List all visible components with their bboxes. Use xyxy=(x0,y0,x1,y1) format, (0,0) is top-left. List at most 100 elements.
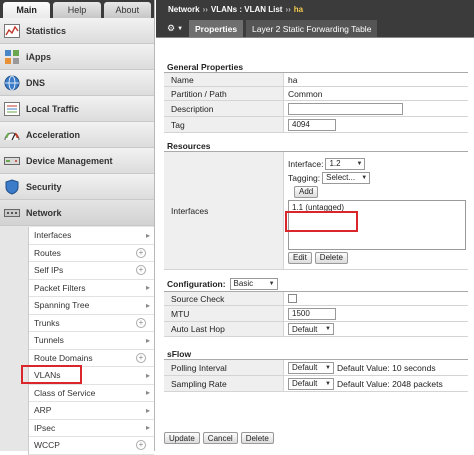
statistics-icon xyxy=(3,22,21,40)
tab-help[interactable]: Help xyxy=(53,2,101,18)
local-traffic-icon xyxy=(3,100,21,118)
chevron-right-icon: ▸ xyxy=(145,370,150,380)
interface-highlight-box xyxy=(285,211,358,232)
polling-interval-select[interactable]: Default ▼ xyxy=(288,361,334,374)
sidebar-item-iapps[interactable]: iApps xyxy=(0,44,154,70)
submenu-item-label: Class of Service xyxy=(34,387,96,398)
section-sflow: sFlow xyxy=(164,347,468,360)
chevron-down-icon: ▼ xyxy=(177,25,184,32)
form-actions: Update Cancel Delete xyxy=(164,432,274,444)
submenu-item-routes[interactable]: Routes + xyxy=(29,245,154,262)
submenu-item-spanning-tree[interactable]: Spanning Tree ▸ xyxy=(29,297,154,315)
gear-icon: ⚙ xyxy=(166,23,176,33)
chevron-down-icon: ▼ xyxy=(356,160,363,167)
polling-interval-label: Polling Interval xyxy=(164,360,284,375)
tab-properties[interactable]: Properties xyxy=(189,20,244,37)
add-icon[interactable]: + xyxy=(136,247,146,258)
add-icon[interactable]: + xyxy=(136,440,146,451)
submenu-item-self-ips[interactable]: Self IPs + xyxy=(29,262,154,280)
row-mtu: MTU 1500 xyxy=(164,306,468,322)
row-description: Description xyxy=(164,101,468,117)
chevron-right-icon: ▸ xyxy=(145,230,150,240)
submenu-item-label: WCCP xyxy=(34,440,60,451)
submenu-item-label: IPsec xyxy=(34,422,56,433)
tab-layer2-static-forwarding[interactable]: Layer 2 Static Forwarding Table xyxy=(246,20,378,37)
security-icon xyxy=(3,178,21,196)
auto-last-hop-select[interactable]: Default ▼ xyxy=(288,323,334,335)
description-input[interactable] xyxy=(288,102,403,115)
row-partition: Partition / Path Common xyxy=(164,87,468,101)
add-icon[interactable]: + xyxy=(136,265,146,276)
sampling-rate-select[interactable]: Default ▼ xyxy=(288,377,334,390)
chevron-down-icon: ▼ xyxy=(268,280,275,287)
tab-about[interactable]: About xyxy=(103,2,151,18)
sidebar-item-statistics[interactable]: Statistics xyxy=(0,18,154,44)
interface-select[interactable]: 1.2 ▼ xyxy=(325,157,366,170)
sampling-rate-label: Sampling Rate xyxy=(164,376,284,391)
tagging-select[interactable]: Select... ▼ xyxy=(322,171,371,184)
submenu-item-wccp[interactable]: WCCP + xyxy=(29,437,154,455)
sidebar-item-dns[interactable]: DNS xyxy=(0,70,154,96)
delete-button[interactable]: Delete xyxy=(240,432,274,444)
add-icon[interactable]: + xyxy=(136,317,146,328)
delete-interface-button[interactable]: Delete xyxy=(314,251,348,264)
edit-interface-button[interactable]: Edit xyxy=(288,251,312,264)
tab-main[interactable]: Main xyxy=(3,2,51,18)
acceleration-icon xyxy=(3,126,21,144)
network-submenu: Interfaces ▸ Routes + Self IPs + Packet … xyxy=(28,227,154,455)
sidebar-item-security[interactable]: Security xyxy=(0,174,154,200)
chevron-right-icon: ▸ xyxy=(145,300,150,310)
name-value: ha xyxy=(284,73,468,86)
tag-input[interactable]: 4094 xyxy=(288,118,336,131)
submenu-item-interfaces[interactable]: Interfaces ▸ xyxy=(29,227,154,245)
add-icon[interactable]: + xyxy=(136,352,146,363)
chevron-right-icon: ▸ xyxy=(145,423,150,433)
name-label: Name xyxy=(164,73,284,86)
sidebar-tabs: Main Help About xyxy=(0,0,154,18)
auto-last-hop-label: Auto Last Hop xyxy=(164,322,284,336)
update-button[interactable]: Update xyxy=(164,432,200,444)
polling-interval-note: Default Value: 10 seconds xyxy=(337,362,436,373)
breadcrumb: Network ›› VLANs : VLAN List ›› ha xyxy=(156,0,474,18)
interface-select-value: 1.2 xyxy=(329,159,341,168)
submenu-item-label: Spanning Tree xyxy=(34,300,90,311)
tagging-field-label: Tagging: xyxy=(288,172,321,183)
device-management-icon xyxy=(3,152,21,170)
row-sampling-rate: Sampling Rate Default ▼ Default Value: 20… xyxy=(164,376,468,392)
submenu-item-label: Trunks xyxy=(34,317,60,328)
sidebar-item-label: DNS xyxy=(26,77,46,88)
tab-bar: ⚙ ▼ Properties Layer 2 Static Forwarding… xyxy=(156,18,474,38)
submenu-item-trunks[interactable]: Trunks + xyxy=(29,315,154,332)
network-icon xyxy=(3,204,21,222)
breadcrumb-vlan-list[interactable]: VLANs : VLAN List xyxy=(211,5,283,14)
submenu-item-packet-filters[interactable]: Packet Filters ▸ xyxy=(29,280,154,297)
sidebar-item-acceleration[interactable]: Acceleration xyxy=(0,122,154,148)
row-polling-interval: Polling Interval Default ▼ Default Value:… xyxy=(164,360,468,376)
row-tag: Tag 4094 xyxy=(164,117,468,133)
main-content: Network ›› VLANs : VLAN List ›› ha ⚙ ▼ P… xyxy=(156,0,474,451)
submenu-item-ipsec[interactable]: IPsec ▸ xyxy=(29,420,154,437)
sidebar-item-label: Security xyxy=(26,181,62,192)
submenu-item-tunnels[interactable]: Tunnels ▸ xyxy=(29,332,154,350)
sidebar-item-label: iApps xyxy=(26,51,52,62)
sidebar-item-label: Acceleration xyxy=(26,129,81,140)
mtu-input[interactable]: 1500 xyxy=(288,307,336,320)
submenu-item-arp[interactable]: ARP ▸ xyxy=(29,402,154,420)
sidebar-item-network[interactable]: Network xyxy=(0,200,154,226)
configuration-mode-select[interactable]: Basic ▼ xyxy=(229,277,278,290)
breadcrumb-network[interactable]: Network xyxy=(168,5,200,14)
submenu-item-label: Route Domains xyxy=(34,352,93,363)
sidebar-item-local-traffic[interactable]: Local Traffic xyxy=(0,96,154,122)
chevron-right-icon: ▸ xyxy=(145,388,150,398)
submenu-item-class-of-service[interactable]: Class of Service ▸ xyxy=(29,385,154,402)
sidebar-item-device-management[interactable]: Device Management xyxy=(0,148,154,174)
chevron-down-icon: ▼ xyxy=(325,326,331,332)
sidebar-item-label: Device Management xyxy=(26,155,113,166)
add-interface-button[interactable]: Add xyxy=(294,185,319,198)
gear-menu-button[interactable]: ⚙ ▼ xyxy=(164,20,186,37)
source-check-checkbox[interactable] xyxy=(288,294,297,303)
cancel-button[interactable]: Cancel xyxy=(202,432,238,444)
interface-field-label: Interface: xyxy=(288,158,324,169)
partition-label: Partition / Path xyxy=(164,87,284,100)
sampling-rate-value: Default xyxy=(292,379,318,388)
